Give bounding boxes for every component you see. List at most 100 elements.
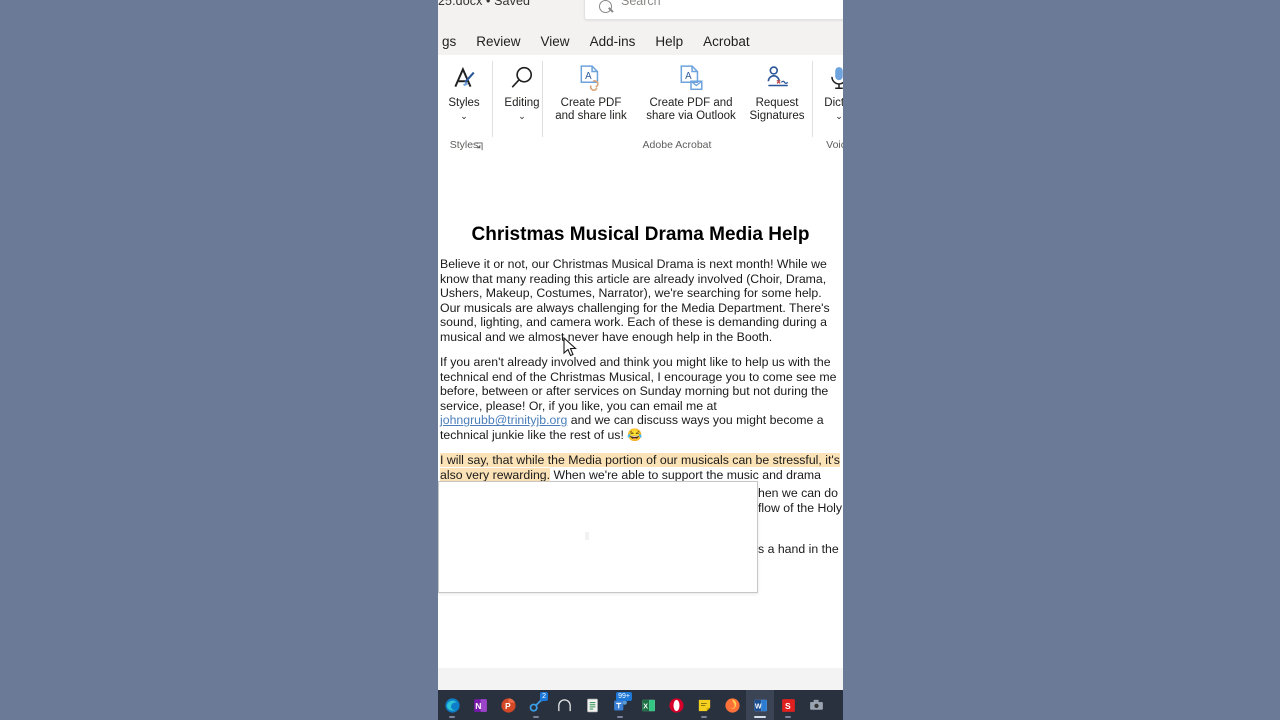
firefox-icon [724, 697, 740, 713]
search-box[interactable]: Search [584, 0, 843, 20]
snagit-icon: S [781, 698, 795, 712]
blank-popup-panel[interactable] [438, 481, 758, 593]
magnifier-icon [496, 59, 548, 97]
ribbon: Styles ⌄ Styles Editing ⌄ A Create PDF a… [438, 55, 843, 155]
taskbar-powerpoint[interactable]: P [494, 690, 522, 720]
document-paragraph-3: I will say, that while the Media portion… [440, 453, 843, 482]
create-pdf-share-link-button[interactable]: A Create PDF and share link [544, 59, 638, 123]
document-bottom-strip [438, 668, 843, 690]
taskbar-word[interactable]: W [746, 690, 774, 720]
taskbar-running-indicator [754, 716, 766, 718]
request-signatures-button[interactable]: Request Signatures [744, 59, 810, 123]
create-pdf-outlook-label-line2: share via Outlook [646, 110, 736, 122]
title-bar: 25.docx • Saved Search [438, 0, 843, 28]
powerpoint-icon: P [500, 697, 516, 713]
taskbar-teams-badge: 99+ [616, 692, 632, 701]
taskbar-running-indicator [729, 716, 735, 718]
taskbar-running-indicator [449, 716, 455, 718]
editing-button[interactable]: Editing ⌄ [496, 59, 548, 121]
document-page[interactable]: Christmas Musical Drama Media Help Belie… [438, 154, 843, 668]
request-signatures-label-line1: Request [755, 97, 799, 109]
group-divider [812, 61, 813, 137]
styles-pen-icon [440, 59, 488, 97]
taskbar-running-indicator [785, 716, 791, 718]
taskbar-onenote[interactable]: N [466, 690, 494, 720]
signature-icon [744, 59, 810, 97]
email-link[interactable]: johngrubb@trinityjb.org [440, 413, 567, 427]
tab-acrobat[interactable]: Acrobat [693, 34, 760, 49]
styles-chevron-down-icon[interactable]: ⌄ [440, 111, 488, 121]
tab-mailings-clipped[interactable]: gs [438, 34, 466, 49]
taskbar-camera[interactable] [802, 690, 830, 720]
search-icon [599, 0, 612, 13]
document-heading: Christmas Musical Drama Media Help [471, 224, 810, 245]
taskbar-teams[interactable]: 99+ [606, 690, 634, 720]
taskbar-edge[interactable] [438, 690, 466, 720]
taskbar-running-indicator [561, 716, 567, 718]
taskbar-excel[interactable]: X [634, 690, 662, 720]
sticky-note-icon [698, 699, 710, 711]
screen: 25.docx • Saved Search gs Review View Add-i… [0, 0, 1280, 720]
taskbar-snagit[interactable]: S [774, 690, 802, 720]
taskbar-running-indicator [477, 716, 483, 718]
svg-text:S: S [784, 701, 790, 711]
ribbon-group-adobe-acrobat: A Create PDF and share link A Create PDF… [544, 55, 810, 154]
create-pdf-label-line2: and share link [555, 110, 627, 122]
ribbon-group-styles: Styles ⌄ Styles [440, 55, 488, 154]
occluded-fragment-1: hen we can do [758, 486, 838, 500]
svg-text:N: N [475, 701, 481, 711]
arch-icon [557, 698, 571, 711]
taskbar-arch[interactable] [550, 690, 578, 720]
search-placeholder: Search [621, 0, 661, 8]
occluded-fragment-3: s a hand in the [758, 542, 839, 556]
taskbar-keeper[interactable]: 2 [522, 690, 550, 720]
paragraph-2-text-before-link: If you aren't already involved and think… [440, 355, 837, 413]
svg-text:A: A [585, 71, 592, 82]
tab-help[interactable]: Help [645, 34, 693, 49]
ribbon-group-voice: Dictat ⌄ Voice [816, 55, 843, 154]
svg-text:A: A [685, 71, 692, 82]
microphone-icon [816, 59, 843, 97]
dictate-chevron-down-icon[interactable]: ⌄ [816, 111, 843, 121]
opera-icon [668, 697, 684, 713]
popup-placeholder-mark [585, 532, 589, 540]
group-divider [492, 61, 493, 137]
ribbon-group-label-voice: Voice [826, 139, 843, 151]
taskbar-running-indicator [673, 716, 679, 718]
taskbar-notepad[interactable] [578, 690, 606, 720]
onenote-icon: N [473, 698, 487, 712]
tab-view[interactable]: View [531, 34, 580, 49]
tab-add-ins[interactable]: Add-ins [580, 34, 646, 49]
dictate-button[interactable]: Dictat ⌄ [816, 59, 843, 121]
editing-chevron-down-icon[interactable]: ⌄ [496, 111, 548, 121]
taskbar-stickynotes[interactable] [690, 690, 718, 720]
svg-text:W: W [754, 702, 761, 710]
word-icon: W [753, 699, 767, 711]
svg-text:X: X [643, 702, 648, 710]
taskbar: N P 2 99+ X W S [438, 690, 843, 720]
document-title[interactable]: 25.docx • Saved [438, 0, 530, 8]
edge-icon [444, 697, 460, 713]
tab-review[interactable]: Review [466, 34, 530, 49]
camera-icon [809, 699, 823, 710]
create-pdf-label-line1: Create PDF [560, 97, 622, 109]
styles-dialog-launcher-icon[interactable] [474, 142, 484, 152]
taskbar-running-indicator [645, 716, 651, 718]
taskbar-running-indicator [617, 716, 623, 718]
create-pdf-share-outlook-button[interactable]: A Create PDF and share via Outlook [638, 59, 744, 123]
taskbar-firefox[interactable] [718, 690, 746, 720]
styles-button[interactable]: Styles ⌄ [440, 59, 488, 121]
styles-button-label: Styles [448, 97, 480, 109]
ribbon-group-editing: Editing ⌄ [496, 55, 548, 154]
document-canvas[interactable]: Christmas Musical Drama Media Help Belie… [438, 154, 843, 668]
taskbar-running-indicator [701, 716, 707, 718]
taskbar-running-indicator [533, 716, 539, 718]
ribbon-group-label-adobe-acrobat: Adobe Acrobat [642, 139, 712, 151]
taskbar-keeper-badge: 2 [540, 692, 548, 701]
request-signatures-label-line2: Signatures [749, 110, 805, 122]
taskbar-opera[interactable] [662, 690, 690, 720]
taskbar-running-indicator [813, 716, 819, 718]
taskbar-running-indicator [505, 716, 511, 718]
pdf-mail-icon: A [638, 59, 744, 97]
excel-icon: X [641, 699, 655, 711]
